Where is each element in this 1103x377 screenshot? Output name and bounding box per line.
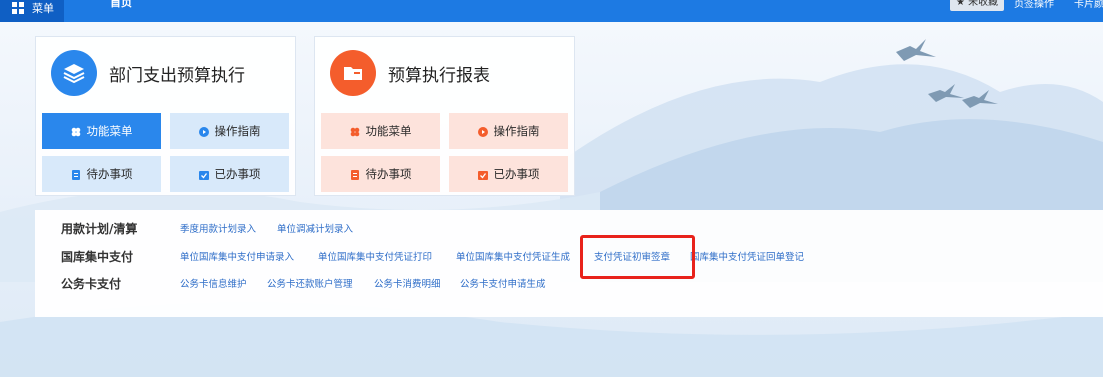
function-link[interactable]: 单位国库集中支付凭证打印 [318, 249, 432, 263]
user-menu[interactable]: 卡片颜 [1074, 0, 1103, 10]
tile-label: 待办事项 [86, 167, 133, 181]
section-heading: 公务卡支付 [61, 276, 122, 291]
tab-home[interactable]: 首页 [110, 0, 132, 10]
function-links-panel: 用款计划/清算 季度用款计划录入 单位调减计划录入 国库集中支付 单位国库集中支… [35, 210, 1103, 317]
tile-label: 功能菜单 [365, 124, 412, 138]
tile-label: 已办事项 [493, 167, 540, 181]
checklist-icon [198, 169, 209, 180]
function-link[interactable]: 公务卡还款账户管理 [267, 276, 353, 290]
tile-label: 待办事项 [365, 167, 412, 181]
done-items-button[interactable]: 已办事项 [449, 156, 568, 192]
favorite-button[interactable]: ★ 未收藏 [950, 0, 1005, 11]
menu-label: 菜单 [32, 2, 54, 15]
done-items-button[interactable]: 已办事项 [170, 156, 289, 192]
function-link[interactable]: 国库集中支付凭证回单登记 [690, 249, 804, 263]
function-link[interactable]: 公务卡支付申请生成 [460, 276, 546, 290]
tile-label: 已办事项 [214, 167, 261, 181]
top-navigation-bar: 菜单 首页 ★ 未收藏 页签操作 卡片颜 [0, 0, 1103, 22]
operation-guide-button[interactable]: 操作指南 [449, 113, 568, 149]
tile-label: 功能菜单 [86, 124, 133, 138]
operation-guide-button[interactable]: 操作指南 [170, 113, 289, 149]
function-link[interactable]: 公务卡消费明细 [374, 276, 441, 290]
document-icon [71, 169, 81, 180]
menu-button[interactable]: 菜单 [0, 0, 64, 22]
section-heading: 国库集中支付 [61, 249, 134, 264]
function-menu-button[interactable]: 功能菜单 [42, 113, 161, 149]
todo-items-button[interactable]: 待办事项 [42, 156, 161, 192]
function-link[interactable]: 季度用款计划录入 [180, 221, 256, 235]
function-link[interactable]: 单位调减计划录入 [277, 221, 353, 235]
function-menu-button[interactable]: 功能菜单 [321, 113, 440, 149]
clover-icon [350, 126, 360, 137]
budget-execution-card: 部门支出预算执行 功能菜单 操作指南 待办事项 已办事项 [35, 36, 296, 196]
folder-icon [330, 50, 376, 96]
tile-label: 操作指南 [214, 124, 261, 138]
card-title: 部门支出预算执行 [109, 66, 245, 86]
layers-icon [51, 50, 97, 96]
clover-icon [71, 126, 81, 137]
play-circle-icon [477, 126, 488, 137]
tile-label: 操作指南 [493, 124, 540, 138]
play-circle-icon [198, 126, 209, 137]
function-link[interactable]: 单位国库集中支付申请录入 [180, 249, 294, 263]
todo-items-button[interactable]: 待办事项 [321, 156, 440, 192]
section-heading: 用款计划/清算 [61, 221, 138, 236]
grid-icon [12, 2, 24, 14]
card-title: 预算执行报表 [388, 66, 490, 86]
checklist-icon [477, 169, 488, 180]
budget-report-card: 预算执行报表 功能菜单 操作指南 待办事项 已办事项 [314, 36, 575, 196]
function-link[interactable]: 公务卡信息维护 [180, 276, 247, 290]
function-link[interactable]: 支付凭证初审签章 [594, 249, 670, 263]
document-icon [350, 169, 360, 180]
tab-operations-menu[interactable]: 页签操作 [1014, 0, 1054, 10]
function-link[interactable]: 单位国库集中支付凭证生成 [456, 249, 570, 263]
